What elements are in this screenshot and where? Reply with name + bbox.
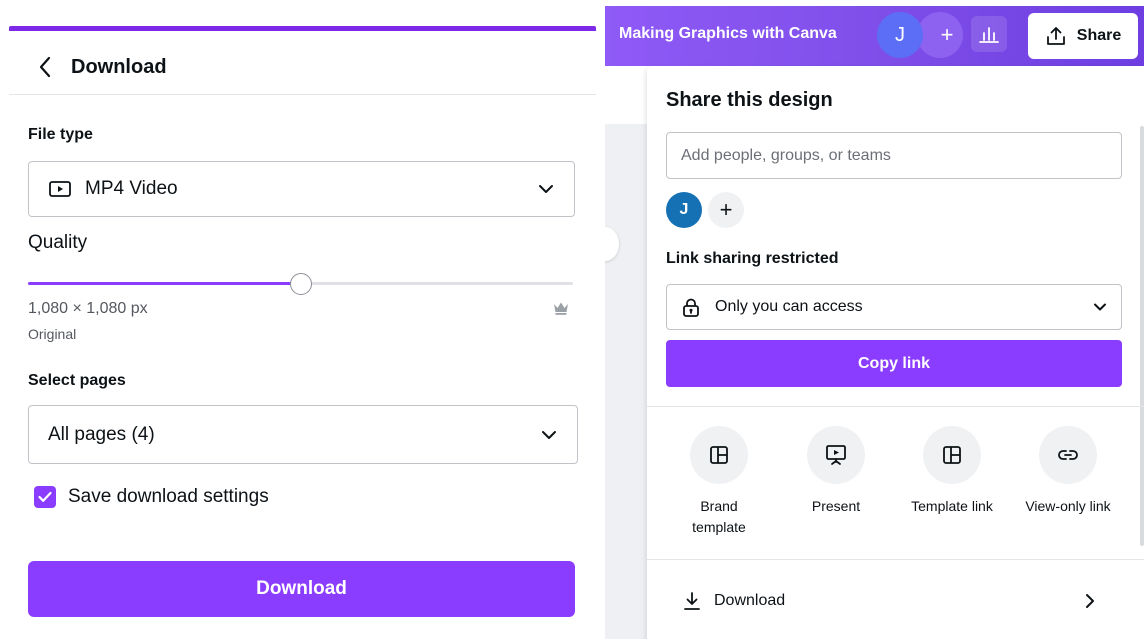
add-people-input[interactable]: Add people, groups, or teams	[666, 132, 1122, 179]
link-icon	[1058, 450, 1078, 460]
file-type-label: File type	[28, 126, 93, 143]
file-type-value: MP4 Video	[85, 178, 178, 199]
insights-button[interactable]	[971, 16, 1007, 52]
share-button[interactable]: Share	[1028, 13, 1138, 59]
option-view-only-link[interactable]: View-only link	[1013, 426, 1123, 517]
share-title: Share this design	[666, 89, 833, 111]
option-brand-template[interactable]: Brand template	[664, 426, 774, 538]
file-type-select[interactable]: MP4 Video	[28, 161, 575, 217]
user-avatar[interactable]: J	[877, 12, 923, 58]
popover-scrollbar[interactable]	[1140, 126, 1144, 546]
upload-icon	[1046, 27, 1065, 45]
layout-icon	[943, 446, 961, 464]
save-settings-row[interactable]: Save download settings	[34, 486, 269, 508]
editor-topbar: Making Graphics with Canva + J Share	[605, 6, 1144, 66]
chevron-down-icon	[539, 185, 553, 193]
quality-slider[interactable]	[28, 272, 573, 296]
pages-select[interactable]: All pages (4)	[28, 405, 578, 464]
pages-value: All pages (4)	[48, 423, 155, 445]
editor-canvas	[605, 66, 647, 639]
divider	[647, 559, 1144, 560]
select-pages-label: Select pages	[28, 372, 126, 389]
option-template-link[interactable]: Template link	[897, 426, 1007, 517]
download-title: Download	[71, 55, 167, 78]
divider	[647, 406, 1144, 407]
chevron-down-icon	[1094, 303, 1106, 311]
download-row-label: Download	[714, 592, 786, 609]
copy-link-button[interactable]: Copy link	[666, 340, 1122, 387]
option-circle	[807, 426, 865, 484]
access-value: Only you can access	[715, 298, 863, 315]
size-caption: Original	[28, 326, 77, 342]
add-member-button[interactable]: +	[708, 192, 744, 228]
download-row[interactable]: Download	[647, 571, 1144, 631]
member-avatar: J	[666, 192, 702, 228]
chevron-down-icon	[542, 430, 556, 439]
download-header: Download	[9, 40, 596, 95]
chevron-right-icon	[1086, 594, 1094, 608]
option-circle	[1039, 426, 1097, 484]
link-sharing-label: Link sharing restricted	[666, 250, 839, 267]
video-icon	[49, 181, 71, 197]
save-settings-label: Save download settings	[68, 486, 269, 507]
download-panel: Download File type MP4 Video Quality 1,0…	[0, 0, 600, 639]
option-circle	[690, 426, 748, 484]
save-settings-checkbox[interactable]	[34, 486, 56, 508]
editor-view: Making Graphics with Canva + J Share Sha…	[605, 6, 1144, 639]
crown-icon	[554, 302, 568, 315]
editor-toolbar-area	[605, 66, 647, 124]
document-title[interactable]: Making Graphics with Canva	[619, 25, 837, 43]
option-label: Brand template	[692, 498, 746, 535]
checkmark-icon	[38, 491, 52, 502]
quality-label: Quality	[28, 232, 88, 253]
panel-accent-bar	[9, 26, 596, 31]
download-icon	[684, 592, 700, 610]
lock-icon	[683, 298, 699, 317]
slider-fill	[28, 282, 301, 285]
option-present[interactable]: Present	[781, 426, 891, 517]
size-text: 1,080 × 1,080 px	[28, 300, 148, 317]
layout-icon	[710, 446, 728, 464]
share-button-label: Share	[1076, 27, 1122, 44]
option-label: View-only link	[1025, 498, 1111, 514]
plus-icon: +	[940, 22, 954, 47]
present-icon	[826, 445, 846, 465]
option-label: Present	[811, 498, 861, 514]
add-collaborator-button[interactable]: +	[917, 12, 963, 58]
slider-thumb[interactable]	[289, 273, 312, 295]
option-label: Template link	[911, 498, 993, 514]
access-select[interactable]: Only you can access	[666, 284, 1122, 330]
chevron-left-icon	[39, 56, 51, 78]
download-button[interactable]: Download	[28, 561, 575, 617]
bar-chart-icon	[979, 27, 999, 43]
share-popover: Share this design Add people, groups, or…	[647, 66, 1144, 639]
option-circle	[923, 426, 981, 484]
back-button[interactable]	[25, 47, 65, 87]
